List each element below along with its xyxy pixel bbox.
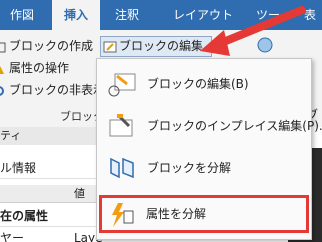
tab-table[interactable]: 表 bbox=[304, 0, 316, 30]
tab-draw[interactable]: 作図 bbox=[10, 0, 34, 30]
edit-block-icon bbox=[103, 40, 117, 54]
explode-icon bbox=[110, 157, 134, 179]
palette-header: ティ bbox=[0, 127, 100, 145]
palette-row-layer[interactable]: ヤー Laye bbox=[0, 227, 103, 242]
block-editor-icon bbox=[108, 73, 136, 97]
attribute-icon bbox=[0, 62, 6, 76]
hide-block-command[interactable]: ブロックの非表示 bbox=[0, 80, 105, 100]
palette-row-label: ル情報 bbox=[0, 161, 37, 175]
menu-item-in-place-edit[interactable]: ブロックのインプレイス編集(P)... bbox=[103, 109, 322, 143]
create-block-label: ブロックの作成 bbox=[9, 39, 94, 53]
tab-layout[interactable]: レイアウト bbox=[173, 0, 233, 30]
menu-item-label: ブロックの編集(B) bbox=[147, 77, 249, 91]
tab-tools[interactable]: ツー bbox=[256, 0, 280, 30]
explode-attributes-icon bbox=[112, 203, 134, 227]
edit-block-dropdown-button[interactable]: ブロックの編集 ⌄ bbox=[100, 36, 216, 57]
hide-block-label: ブロックの非表示 bbox=[9, 83, 106, 97]
menu-item-edit-block[interactable]: ブロックの編集(B) bbox=[103, 67, 307, 101]
menu-item-label: 属性を分解 bbox=[146, 207, 207, 221]
chevron-down-icon: ⌄ bbox=[205, 39, 216, 53]
palette-section-current-attributes[interactable]: 在の属性 bbox=[0, 205, 100, 227]
palette-column-header: 値 bbox=[0, 185, 100, 203]
ribbon-tab-bar: 作図 挿入 注釈 レイアウト ツー 表 bbox=[0, 0, 322, 30]
tab-annotate[interactable]: 注釈 bbox=[115, 0, 139, 30]
sphere-icon bbox=[257, 37, 273, 53]
create-block-command[interactable]: ブロックの作成 bbox=[0, 36, 93, 56]
in-place-edit-icon bbox=[109, 114, 133, 137]
menu-item-explode-block[interactable]: ブロックを分解 bbox=[103, 151, 307, 185]
layer-label: ヤー bbox=[0, 231, 25, 242]
create-block-icon bbox=[0, 40, 6, 54]
menu-item-explode-attributes[interactable]: 属性を分解 bbox=[99, 195, 309, 233]
manage-attributes-command[interactable]: 属性の操作 bbox=[0, 58, 69, 78]
menu-item-label: ブロックを分解 bbox=[147, 161, 232, 175]
palette-header-label: ティ bbox=[0, 129, 22, 142]
hide-block-icon bbox=[0, 84, 6, 98]
tab-insert[interactable]: 挿入 bbox=[52, 0, 100, 30]
edit-block-dropdown-menu: ブロックの編集(B) ブロックのインプレイス編集(P)... ブロックを分解 属… bbox=[96, 58, 322, 240]
palette-row-info[interactable]: ル情報 bbox=[0, 157, 100, 179]
palette-section-label: 在の属性 bbox=[0, 209, 49, 223]
edit-block-label: ブロックの編集 bbox=[119, 39, 204, 53]
column-value: 値 bbox=[74, 187, 85, 200]
menu-item-label: ブロックのインプレイス編集(P)... bbox=[147, 119, 322, 133]
manage-attributes-label: 属性の操作 bbox=[9, 61, 70, 75]
